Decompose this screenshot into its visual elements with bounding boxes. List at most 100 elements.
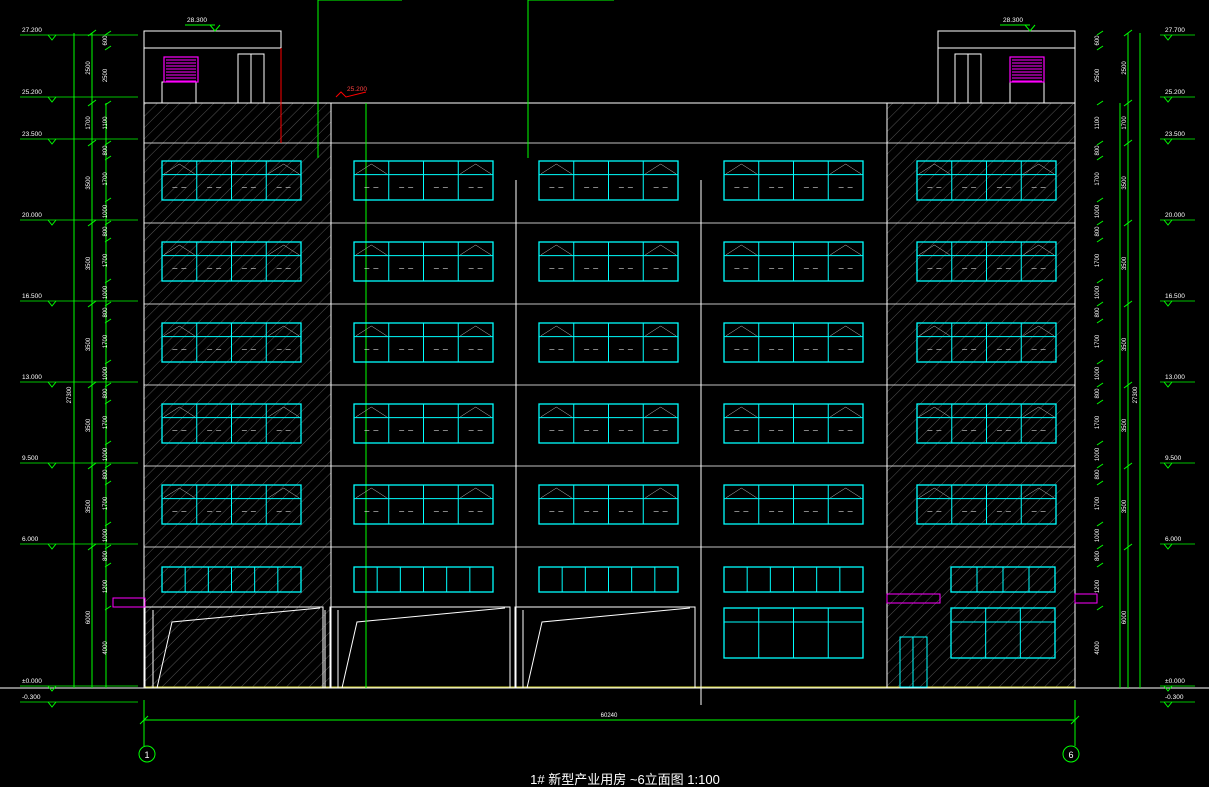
window — [723, 403, 864, 444]
inner-dimension: 1700 — [103, 415, 109, 429]
inner-dimension: 800 — [1095, 226, 1101, 237]
story-dimension: 3500 — [86, 337, 92, 351]
inner-dimension: 2500 — [103, 68, 109, 82]
left-dimension-chain: 27.200 25.200 23.500 20.000 16.500 13.000 9.50… — [20, 27, 138, 708]
axis-bubbles — [138, 720, 1080, 763]
window — [353, 322, 494, 363]
level-mark: 6.000 — [1165, 536, 1182, 543]
inner-dimension: 1700 — [103, 172, 109, 186]
inner-dimension: 1700 — [1095, 172, 1101, 186]
inner-dimension: 1700 — [103, 253, 109, 267]
window — [538, 403, 679, 444]
story-dimension: 3500 — [1122, 499, 1128, 513]
roof-level-left: 28.300 — [187, 17, 207, 24]
inner-dimension: 1000 — [1095, 285, 1101, 299]
inner-dimension: 800 — [103, 226, 109, 237]
level-mark: 27.700 — [1165, 27, 1185, 34]
inner-dimension: 1000 — [1095, 447, 1101, 461]
window — [353, 160, 494, 201]
rooftop-stair-right — [937, 30, 1076, 104]
inner-dimension: 1000 — [103, 366, 109, 380]
story-dimension: 3500 — [1122, 176, 1128, 190]
story-dimension: 2500 — [1122, 61, 1128, 75]
inner-dimension: 1100 — [1095, 116, 1101, 130]
window — [723, 566, 864, 593]
inner-dimension: 1000 — [1095, 204, 1101, 218]
inner-dimension: 1200 — [1095, 579, 1101, 593]
story-dimension: 6000 — [86, 610, 92, 624]
level-mark: 16.500 — [1165, 293, 1185, 300]
story-dimension: 3500 — [1122, 337, 1128, 351]
level-mark: 25.200 — [1165, 89, 1185, 96]
right-hatched-bay — [886, 102, 1076, 689]
right-dimension-chain: 27.700 25.200 23.500 20.000 16.500 13.000 9.50… — [1095, 27, 1195, 708]
story-dimension: 1700 — [86, 116, 92, 130]
inner-dimension: 1000 — [1095, 366, 1101, 380]
window — [353, 403, 494, 444]
left-hatched-bay — [143, 102, 332, 689]
inner-dimension: 1700 — [103, 334, 109, 348]
level-mark: 20.000 — [1165, 212, 1185, 219]
level-mark: 9.500 — [22, 455, 39, 462]
level-mark: 25.200 — [22, 89, 42, 96]
axis-label-1: 1 — [144, 750, 149, 760]
inner-dimension: 1100 — [103, 116, 109, 130]
inner-dimension: 800 — [103, 145, 109, 156]
inner-dimension: 800 — [1095, 145, 1101, 156]
inner-dimension: 1000 — [103, 285, 109, 299]
inner-dimension: 1700 — [1095, 253, 1101, 267]
inner-dimension: 800 — [1095, 388, 1101, 399]
inner-dimension: 4000 — [1095, 641, 1101, 655]
level-mark: 13.000 — [22, 374, 42, 381]
window — [353, 484, 494, 525]
inner-dimension: 600 — [1095, 35, 1101, 46]
story-dimension: 3500 — [1122, 256, 1128, 270]
window — [723, 322, 864, 363]
level-mark: 27.200 — [22, 27, 42, 34]
inner-dimension: 800 — [1095, 307, 1101, 318]
window — [538, 160, 679, 201]
inner-dimension: 800 — [1095, 550, 1101, 561]
inner-dimension: 1700 — [103, 496, 109, 510]
story-dimension: 1700 — [1122, 116, 1128, 130]
window — [538, 322, 679, 363]
overall-height: 27300 — [67, 386, 73, 403]
inner-dimension: 4000 — [103, 641, 109, 655]
inner-dimension: 800 — [1095, 469, 1101, 480]
building-outline — [0, 30, 1209, 705]
level-mark: 6.000 — [22, 536, 39, 543]
drawing-title: 1# 新型产业用房 ~6立面图 1:100 — [530, 772, 720, 787]
story-dimension: 3500 — [86, 418, 92, 432]
inner-dimension: 1000 — [103, 528, 109, 542]
level-mark: 9.500 — [1165, 455, 1182, 462]
inner-dimension: 800 — [103, 469, 109, 480]
level-mark: ±0.000 — [22, 678, 42, 685]
roof-level-right: 28.300 — [1003, 17, 1023, 24]
inner-dimension: 800 — [103, 388, 109, 399]
inner-dimension: 800 — [103, 307, 109, 318]
parapet-mark: 25.200 — [347, 86, 367, 93]
story-dimension: 3500 — [86, 499, 92, 513]
louver-slats — [166, 59, 1042, 82]
window — [723, 241, 864, 282]
level-mark: 23.500 — [1165, 131, 1185, 138]
level-mark: ±0.000 — [1165, 678, 1185, 685]
level-mark: -0.300 — [22, 694, 41, 701]
inner-dimension: 600 — [103, 35, 109, 46]
inner-dimension: 1000 — [103, 204, 109, 218]
inner-dimension: 1000 — [1095, 528, 1101, 542]
story-dimension: 3500 — [1122, 418, 1128, 432]
window — [353, 241, 494, 282]
story-dimension: 3500 — [86, 176, 92, 190]
window — [538, 566, 679, 593]
width-dimension — [139, 700, 1080, 742]
level-mark: 23.500 — [22, 131, 42, 138]
window — [723, 607, 864, 659]
overall-width-label: 60240 — [601, 713, 618, 719]
elevation-drawing: 27.200 25.200 23.500 20.000 16.500 13.000 9.50… — [0, 0, 1209, 787]
inner-dimension: 1700 — [1095, 415, 1101, 429]
window — [353, 566, 494, 593]
level-mark: 16.500 — [22, 293, 42, 300]
level-mark: -0.300 — [1165, 694, 1184, 701]
story-dimension: 2500 — [86, 61, 92, 75]
